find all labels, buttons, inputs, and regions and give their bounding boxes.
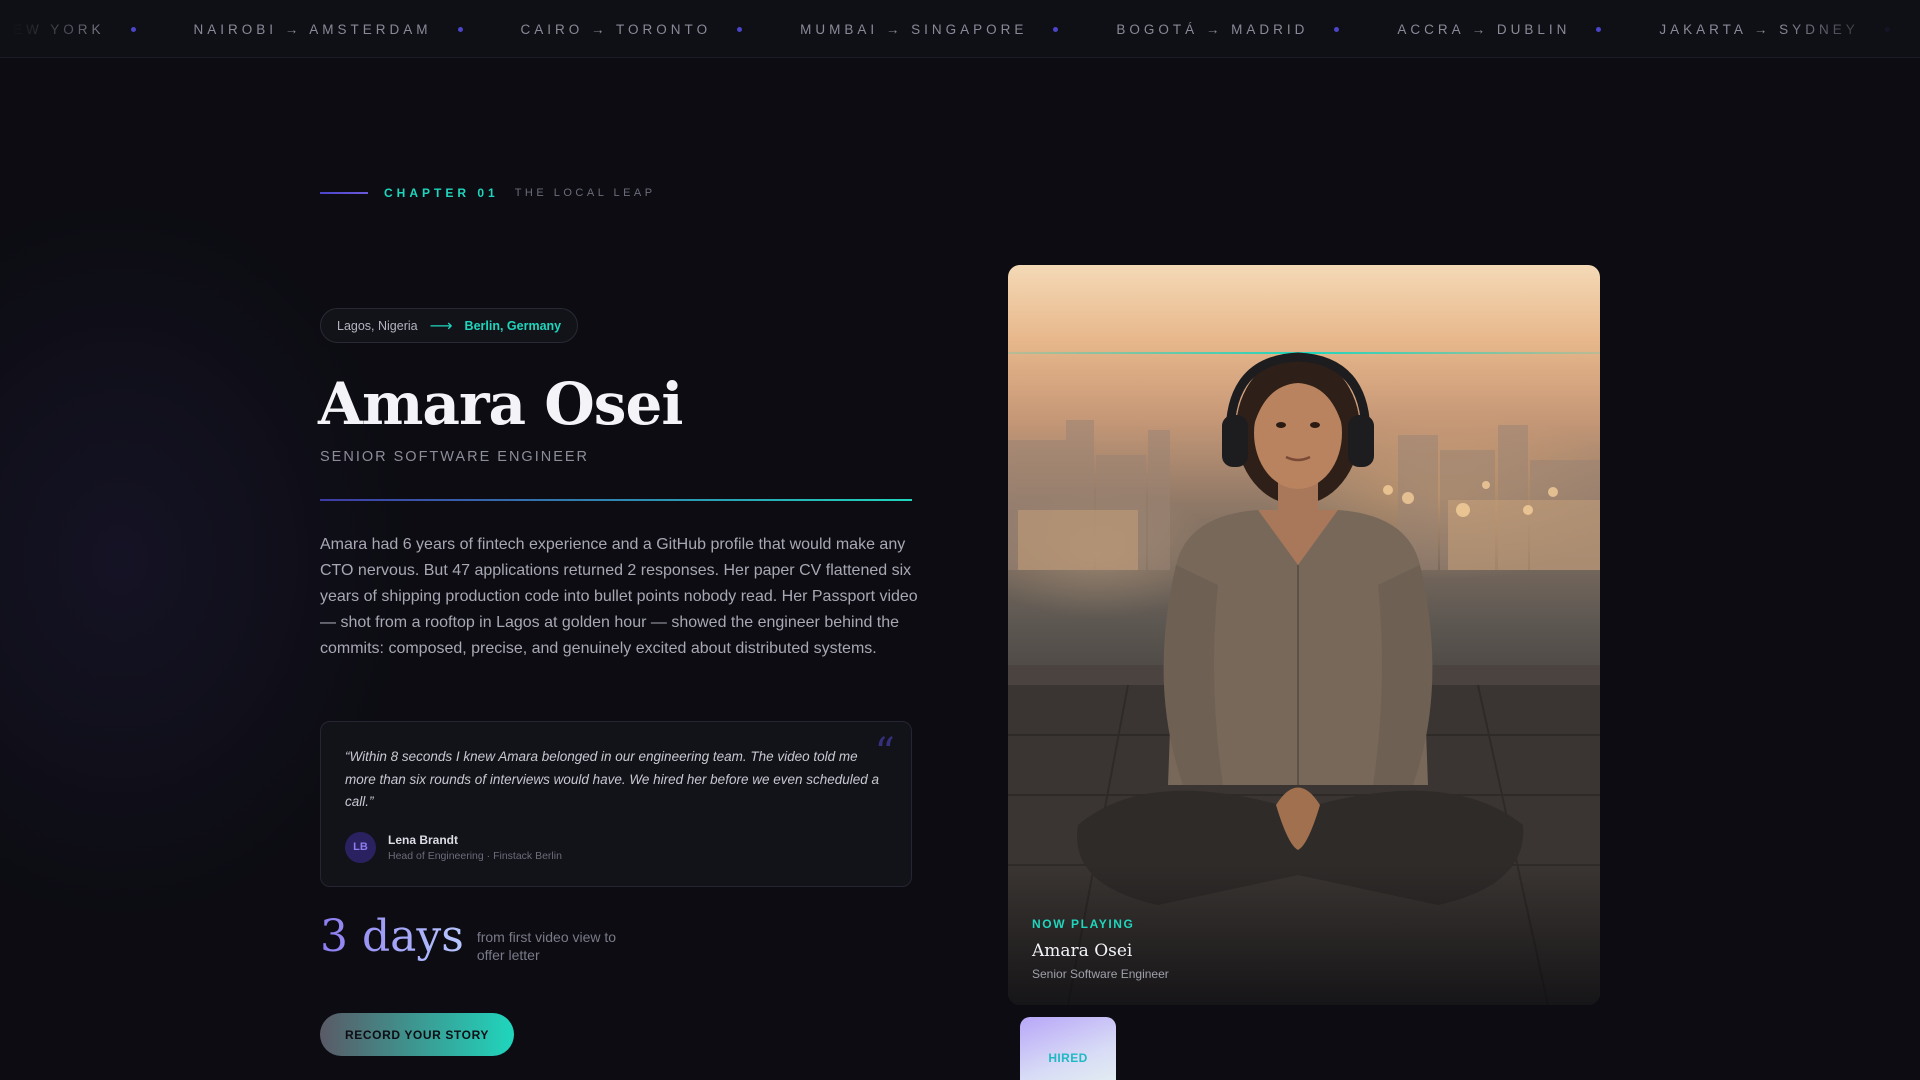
ticker-separator-icon xyxy=(737,26,743,32)
video-caption: NOW PLAYING Amara Osei Senior Software E… xyxy=(1032,917,1169,981)
ticker-separator-icon xyxy=(457,26,463,32)
stat-value: 3 days xyxy=(320,911,464,962)
ticker-separator-icon xyxy=(1053,26,1059,32)
ticker-route: CAIRO → TORONTO xyxy=(520,21,712,37)
author-title: Head of Engineering · Finstack Berlin xyxy=(388,849,562,862)
chapter-number: CHAPTER 01 xyxy=(384,186,499,200)
candidate-story: Amara had 6 years of fintech experience … xyxy=(320,536,918,657)
destination-ticker: → NEW YORKNAIROBI → AMSTERDAMCAIRO → TOR… xyxy=(0,0,1920,58)
hired-badge: HIRED xyxy=(1020,1017,1116,1080)
author-avatar: LB xyxy=(345,831,376,863)
record-your-story-button[interactable]: RECORD YOUR STORY xyxy=(320,1013,514,1056)
ticker-route: ACCRA → DUBLIN xyxy=(1397,21,1571,37)
now-playing-label: NOW PLAYING xyxy=(1032,917,1135,931)
ticker-route: MUMBAI → SINGAPORE xyxy=(800,21,1028,37)
ticker-separator-icon xyxy=(1596,26,1602,32)
candidate-role: SENIOR SOFTWARE ENGINEER xyxy=(320,449,590,465)
testimonial-card: “ “Within 8 seconds I knew Amara belonge… xyxy=(320,721,912,887)
video-player-card[interactable]: NOW PLAYING Amara Osei Senior Software E… xyxy=(1008,265,1600,1005)
relocation-route-pill: Lagos, Nigeria ⟶ Berlin, Germany xyxy=(320,308,579,343)
stat-label: from first video view to offer letter xyxy=(476,929,617,963)
arrow-right-icon: ⟶ xyxy=(429,317,453,335)
ticker-item: MUMBAI → SINGAPORE xyxy=(800,22,1116,37)
ticker-separator-icon xyxy=(1334,26,1340,32)
testimonial-text: “Within 8 seconds I knew Amara belonged … xyxy=(345,749,880,809)
ticker-item: NAIROBI → AMSTERDAM xyxy=(194,22,521,37)
ticker-item: BOGOTÁ → MADRID xyxy=(1116,22,1397,37)
time-to-offer-stat: 3 days from first video view to offer le… xyxy=(320,910,637,964)
video-subject-role: Senior Software Engineer xyxy=(1032,967,1169,981)
route-origin: Lagos, Nigeria xyxy=(337,318,418,333)
quote-icon: “ xyxy=(874,730,895,776)
ticker-route: BOGOTÁ → MADRID xyxy=(1116,21,1309,37)
ticker-item: CAIRO → TORONTO xyxy=(521,22,801,37)
chapter-rule xyxy=(320,192,368,194)
ticker-item: ACCRA → DUBLIN xyxy=(1397,22,1659,37)
ticker-separator-icon xyxy=(130,26,136,32)
ticker-route: NAIROBI → AMSTERDAM xyxy=(193,21,432,37)
chapter-title: THE LOCAL LEAP xyxy=(514,187,656,199)
author-name: Lena Brandt xyxy=(388,832,459,847)
video-subject-name: Amara Osei xyxy=(1032,941,1133,961)
ticker-track: → NEW YORKNAIROBI → AMSTERDAMCAIRO → TOR… xyxy=(0,0,1920,57)
candidate-name: Amara Osei xyxy=(318,370,683,438)
section-divider xyxy=(320,499,912,501)
route-destination: Berlin, Germany xyxy=(464,318,562,333)
testimonial-author: LB Lena Brandt Head of Engineering · Fin… xyxy=(345,831,887,863)
chapter-label: CHAPTER 01 THE LOCAL LEAP xyxy=(320,186,656,200)
